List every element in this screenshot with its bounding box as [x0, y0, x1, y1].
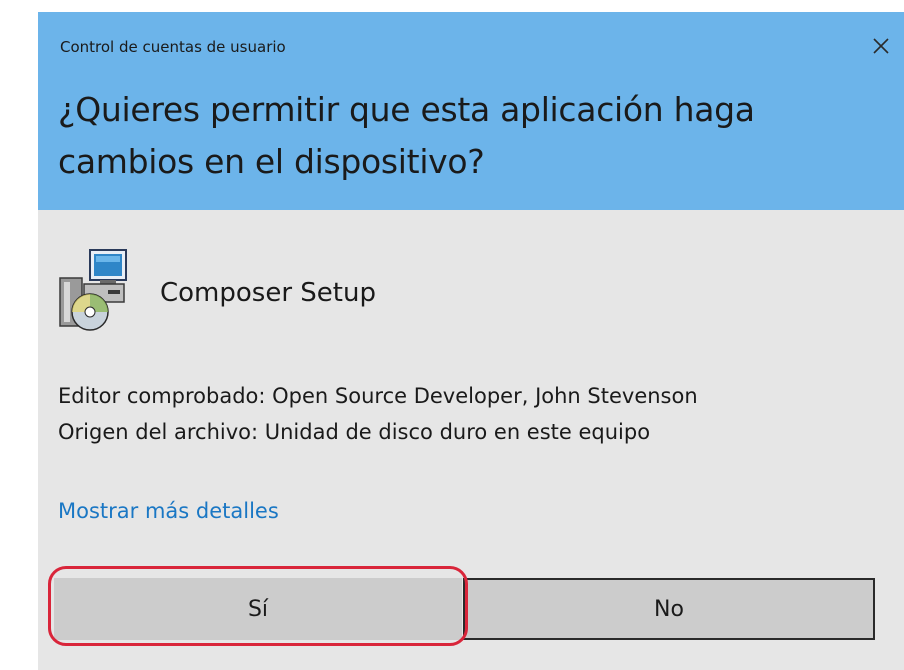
app-name: Composer Setup [160, 278, 376, 308]
publisher-text: Editor comprobado: Open Source Developer… [58, 384, 698, 408]
close-icon [873, 38, 889, 54]
window-title: Control de cuentas de usuario [60, 38, 286, 56]
origin-text: Origen del archivo: Unidad de disco duro… [58, 420, 651, 444]
show-details-link[interactable]: Mostrar más detalles [58, 499, 279, 523]
app-info-row: Composer Setup [56, 248, 756, 331]
dialog-question: ¿Quieres permitir que esta aplicación ha… [58, 90, 755, 181]
no-button[interactable]: No [463, 578, 875, 640]
close-button[interactable] [858, 26, 904, 66]
dialog-header: Control de cuentas de usuario ¿Quieres p… [38, 12, 904, 210]
yes-button[interactable]: Sí [54, 578, 462, 640]
uac-dialog: Control de cuentas de usuario ¿Quieres p… [38, 12, 904, 670]
installer-icon [59, 249, 127, 331]
